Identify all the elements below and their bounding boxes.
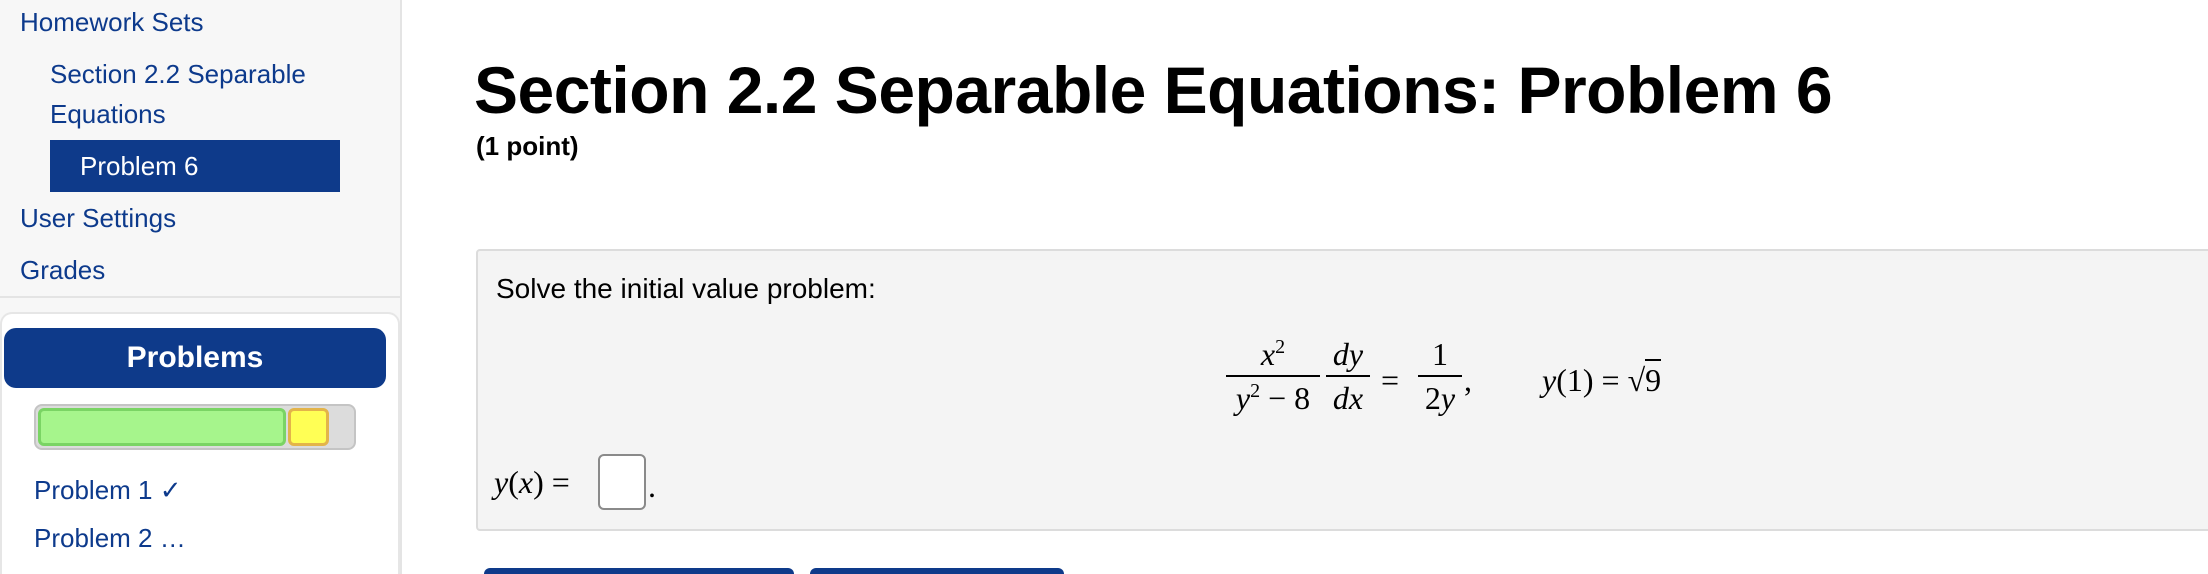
fraction-x2-over-y2-minus-8: x2 y2 − 8 [1226,336,1320,416]
nav-user-settings[interactable]: User Settings [20,198,176,238]
problem-list-item-1[interactable]: Problem 1 ✓ [34,470,182,510]
problem-prompt: Solve the initial value problem: [496,273,876,304]
problems-header: Problems [4,328,386,388]
sidebar-divider [0,296,402,298]
initial-condition: y(1) = √9 [1542,359,1662,398]
equals-sign: = [1381,362,1400,398]
answer-period: . [648,468,656,504]
progress-partial-segment [288,408,329,446]
nav-grades[interactable]: Grades [20,250,105,290]
nav-current-problem[interactable]: Problem 6 [50,140,340,192]
progress-bar [34,404,356,450]
fraction-dy-dx: dy dx [1326,336,1370,416]
answer-lhs: y(x) = [494,464,570,500]
sidebar: Homework Sets Section 2.2 Separable Equa… [0,0,402,574]
comma: , [1464,362,1472,398]
submit-answers-button[interactable] [484,568,794,574]
nav-section-line1[interactable]: Section 2.2 Separable [50,54,306,94]
answer-input[interactable] [598,454,646,510]
fraction-one-over-2y: 1 2y [1418,336,1462,416]
problem-list-item-2[interactable]: Problem 2 … [34,518,186,558]
nav-homework-sets[interactable]: Homework Sets [20,2,204,42]
preview-answers-button[interactable] [810,568,1064,574]
page-title: Section 2.2 Separable Equations: Problem… [474,53,1833,127]
points-label: (1 point) [476,131,579,161]
nav-section-line2[interactable]: Equations [50,94,166,134]
progress-correct-segment [38,408,286,446]
